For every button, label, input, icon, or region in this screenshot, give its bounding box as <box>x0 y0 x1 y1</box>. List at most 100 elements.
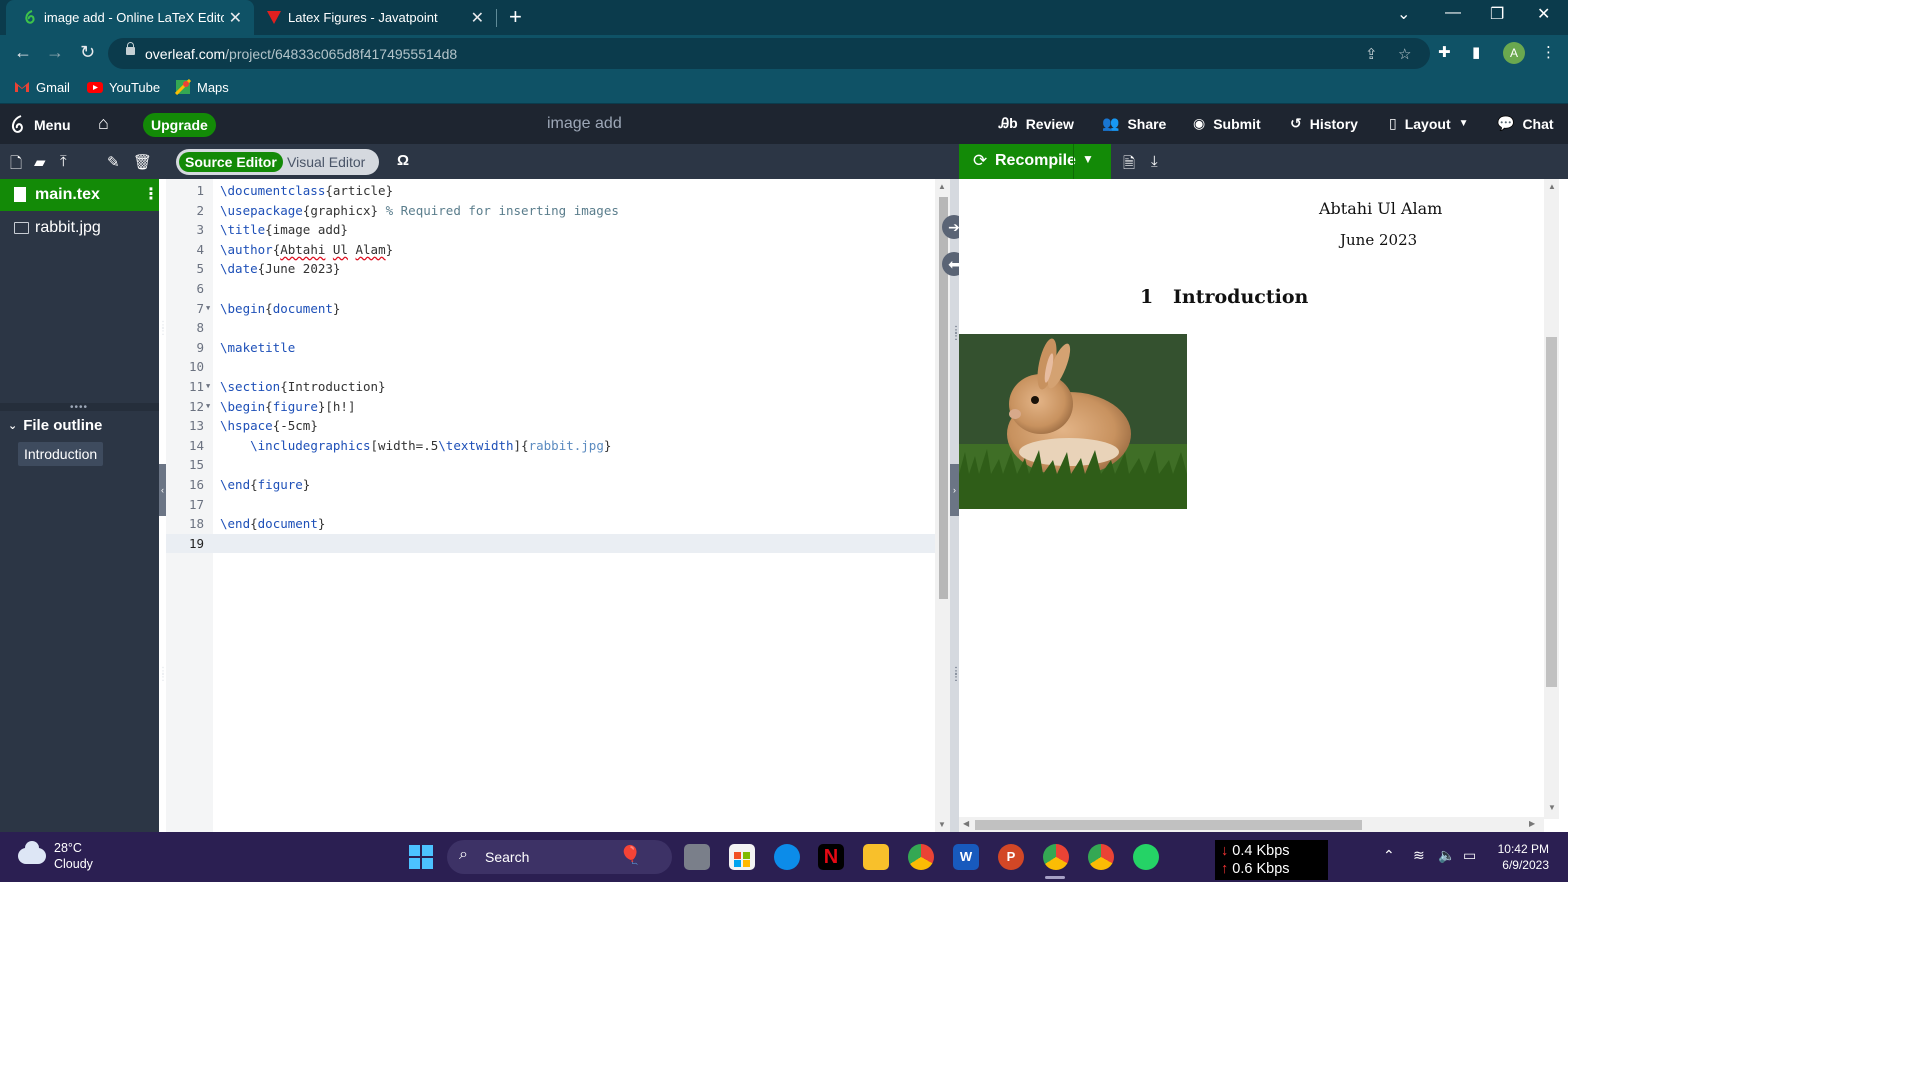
powerpoint-icon[interactable]: P <box>998 844 1024 870</box>
code-editor[interactable]: 1 \documentclass{article} 2 \usepackage{gr… <box>166 179 950 832</box>
tab-search-chevron-icon[interactable]: ⌄ <box>1397 4 1410 24</box>
bookmark-youtube[interactable]: YouTube <box>87 79 160 95</box>
file-tree-item-main-tex[interactable]: main.tex ⋮ <box>0 179 159 211</box>
scroll-up-icon[interactable]: ▲ <box>938 182 946 191</box>
pdf-preview[interactable]: Abtahi Ul Alam June 2023 1 Introduction <box>959 179 1568 832</box>
delete-trash-icon[interactable]: 🗑 <box>133 153 152 171</box>
code-line[interactable]: 17 <box>166 495 935 515</box>
scroll-up-icon[interactable]: ▲ <box>1548 182 1556 191</box>
logs-document-icon[interactable]: 🗎 <box>1123 153 1135 178</box>
code-line[interactable]: 18 \end{document} <box>166 514 935 534</box>
code-line[interactable]: 10 <box>166 357 935 377</box>
scroll-down-icon[interactable]: ▼ <box>938 820 946 829</box>
submit-button[interactable]: ◉ Submit <box>1193 115 1261 132</box>
history-button[interactable]: ↺ History <box>1290 115 1358 132</box>
bookmark-maps[interactable]: Maps <box>175 79 229 95</box>
code-line[interactable]: 3 \title{image add} <box>166 220 935 240</box>
forward-icon[interactable]: → <box>46 42 64 63</box>
file-menu-kebab-icon[interactable]: ⋮ <box>143 184 159 204</box>
code-line[interactable]: 7 ▼ \begin{document} <box>166 299 935 319</box>
battery-icon[interactable]: ▭ <box>1463 847 1476 864</box>
tray-chevron-up-icon[interactable]: ⌃ <box>1383 847 1395 864</box>
share-icon[interactable]: ⇪ <box>1365 45 1378 63</box>
fold-arrow-icon[interactable]: ▼ <box>206 377 210 397</box>
visual-editor-tab[interactable]: Visual Editor <box>287 152 365 172</box>
code-line[interactable]: 15 <box>166 455 935 475</box>
code-line[interactable]: 9 \maketitle <box>166 338 935 358</box>
windows-start-icon[interactable] <box>409 845 433 869</box>
chrome-menu-icon[interactable]: ⋮ <box>1541 43 1556 61</box>
pdf-hscroll-thumb[interactable] <box>975 820 1362 830</box>
review-button[interactable]: Ꭿb Review <box>999 115 1074 132</box>
new-tab-icon[interactable]: + <box>509 4 522 30</box>
home-icon[interactable]: ⌂ <box>98 113 109 134</box>
bookmark-star-icon[interactable]: ☆ <box>1398 45 1411 63</box>
layout-button[interactable]: ▯ Layout ▼ <box>1389 115 1469 132</box>
fold-arrow-icon[interactable]: ▼ <box>206 299 210 319</box>
tab-overleaf[interactable]: image add - Online LaTeX Editor ✕ <box>6 0 254 35</box>
code-line[interactable]: 6 <box>166 279 935 299</box>
project-title[interactable]: image add <box>547 115 622 133</box>
new-folder-icon[interactable]: ▰ <box>34 153 46 171</box>
side-panel-icon[interactable]: ▮ <box>1472 43 1480 61</box>
microsoft-store-icon[interactable] <box>729 844 755 870</box>
omnibox[interactable]: overleaf.com/project/64833c065d8f4174955… <box>108 38 1430 69</box>
code-line[interactable]: 5 \date{June 2023} <box>166 259 935 279</box>
editor-scrollbar[interactable]: ▲ ▼ <box>935 179 950 832</box>
chrome-profile-l-icon[interactable] <box>1088 844 1114 870</box>
upload-icon[interactable]: ⤒ <box>60 153 67 170</box>
code-line[interactable]: 16 \end{figure} <box>166 475 935 495</box>
reload-icon[interactable]: ↻ <box>80 42 95 63</box>
profile-avatar[interactable]: A <box>1503 42 1525 64</box>
editor-mode-toggle[interactable]: Source Editor Visual Editor <box>176 149 379 175</box>
wifi-icon[interactable]: ≋ <box>1413 847 1425 864</box>
collapse-pdf-handle[interactable]: › <box>950 464 959 516</box>
extensions-puzzle-icon[interactable]: ✚ <box>1438 43 1451 61</box>
scroll-left-icon[interactable]: ◀ <box>963 819 969 828</box>
word-icon[interactable]: W <box>953 844 979 870</box>
collapse-sidebar-handle[interactable]: ‹ <box>159 464 166 516</box>
scroll-down-icon[interactable]: ▼ <box>1548 803 1556 812</box>
file-tree-item-rabbit-jpg[interactable]: rabbit.jpg <box>14 219 101 237</box>
close-tab-icon[interactable]: ✕ <box>471 8 484 28</box>
symbol-palette-icon[interactable]: Ω <box>397 152 409 169</box>
scroll-right-icon[interactable]: ▶ <box>1529 819 1535 828</box>
code-line[interactable]: 8 <box>166 318 935 338</box>
tab-javatpoint[interactable]: Latex Figures - Javatpoint ✕ <box>258 0 496 35</box>
code-line[interactable]: 2 \usepackage{graphicx} % Required for in… <box>166 201 935 221</box>
whatsapp-icon[interactable] <box>1133 844 1159 870</box>
minimize-icon[interactable]: — <box>1445 4 1461 22</box>
edge-icon[interactable] <box>774 844 800 870</box>
upgrade-button[interactable]: Upgrade <box>143 113 216 137</box>
new-file-icon[interactable]: 🗋 <box>10 153 22 178</box>
file-outline-header[interactable]: ⌄ File outline <box>8 417 102 434</box>
download-pdf-icon[interactable]: ⤓ <box>1151 153 1158 170</box>
pdf-scroll-thumb[interactable] <box>1546 337 1557 687</box>
code-line[interactable]: 1 \documentclass{article} <box>166 181 935 201</box>
chat-button[interactable]: 💬 Chat <box>1497 115 1554 132</box>
task-view-icon[interactable] <box>684 844 710 870</box>
pdf-scrollbar[interactable]: ▲ ▼ <box>1544 179 1559 819</box>
back-icon[interactable]: ← <box>14 42 32 63</box>
volume-icon[interactable]: 🔈 <box>1438 847 1455 864</box>
recompile-options-caret-icon[interactable]: ▼ <box>1082 152 1094 166</box>
fold-arrow-icon[interactable]: ▼ <box>206 397 210 417</box>
code-line-current[interactable]: 19 <box>166 533 935 554</box>
code-line[interactable]: 11 ▼ \section{Introduction} <box>166 377 935 397</box>
chrome-icon[interactable] <box>908 844 934 870</box>
bookmark-gmail[interactable]: Gmail <box>14 79 70 95</box>
file-explorer-icon[interactable] <box>863 844 889 870</box>
code-line[interactable]: 12 ▼ \begin{figure}[h!] <box>166 397 935 417</box>
chrome-profile-a-icon[interactable] <box>1043 844 1069 870</box>
close-window-icon[interactable]: ✕ <box>1537 4 1550 24</box>
share-button[interactable]: 👥 Share <box>1102 115 1166 132</box>
code-line[interactable]: 14 \includegraphics[width=.5\textwidth]{… <box>166 436 935 456</box>
close-tab-icon[interactable]: ✕ <box>229 8 242 28</box>
weather-widget[interactable]: 28°C Cloudy <box>18 840 93 872</box>
pdf-horizontal-scrollbar[interactable]: ◀ ▶ <box>959 817 1544 832</box>
outline-item-introduction[interactable]: Introduction <box>18 442 104 466</box>
restore-icon[interactable]: ❐ <box>1490 4 1504 24</box>
source-editor-tab[interactable]: Source Editor <box>179 152 283 172</box>
code-line[interactable]: 13 \hspace{-5cm} <box>166 416 935 436</box>
netflix-icon[interactable]: N <box>818 844 844 870</box>
